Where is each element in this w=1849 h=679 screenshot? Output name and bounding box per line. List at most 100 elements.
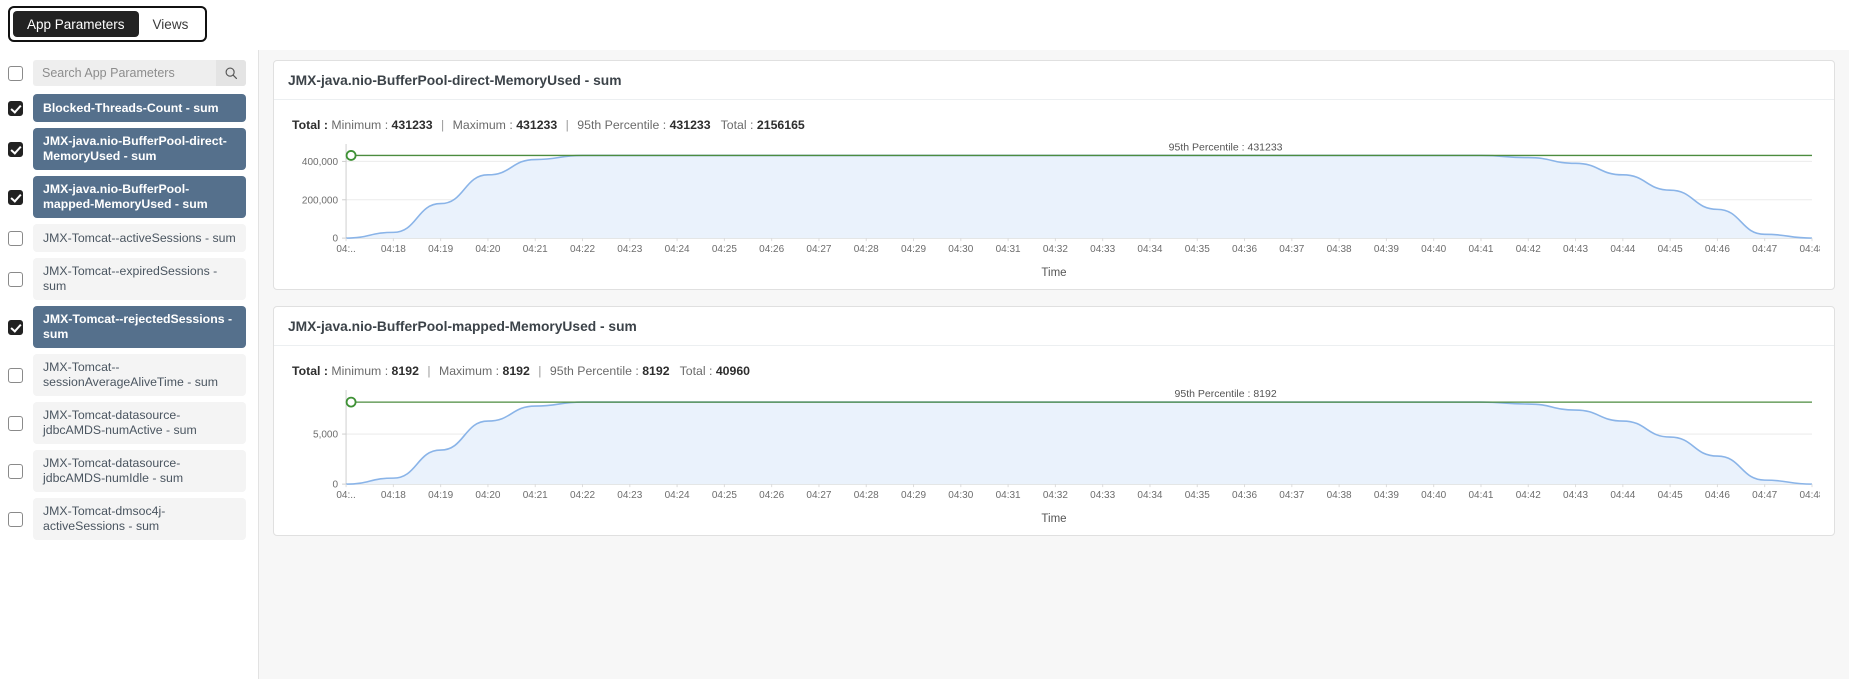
list-item-label[interactable]: JMX-Tomcat-dmsoc4j-activeSessions - sum xyxy=(33,498,246,540)
x-axis-tick-label: 04:.. xyxy=(336,490,355,501)
stats-total-value: 40960 xyxy=(715,364,751,379)
list-item-checkbox[interactable] xyxy=(8,319,23,335)
list-item-checkbox[interactable] xyxy=(8,271,23,287)
x-axis-tick-label: 04:26 xyxy=(759,490,784,501)
x-axis-tick-label: 04:28 xyxy=(854,244,879,255)
x-axis-tick-label: 04:20 xyxy=(475,244,500,255)
x-axis-tick-label: 04:28 xyxy=(854,490,879,501)
list-item-label[interactable]: JMX-java.nio-BufferPool-direct-MemoryUse… xyxy=(33,128,246,170)
select-all-checkbox[interactable] xyxy=(8,65,23,81)
x-axis-tick-label: 04:37 xyxy=(1279,244,1304,255)
stats-prefix: Total : xyxy=(292,364,328,379)
x-axis-tick-label: 04:40 xyxy=(1421,244,1446,255)
app-root: App Parameters Views Blocked-Thre xyxy=(0,0,1849,679)
y-axis-tick-label: 400,000 xyxy=(302,157,339,168)
search-button[interactable] xyxy=(216,60,246,86)
search-icon xyxy=(225,67,238,80)
x-axis-tick-label: 04:38 xyxy=(1327,244,1352,255)
list-item-label[interactable]: JMX-Tomcat--activeSessions - sum xyxy=(33,224,246,252)
chart-area[interactable]: 0 200,000 400,000 95th Percentile : 431233 0… xyxy=(288,136,1820,266)
y-axis-tick-label: 5,000 xyxy=(313,430,338,441)
x-axis-tick-label: 04:39 xyxy=(1374,244,1399,255)
tab-app-parameters[interactable]: App Parameters xyxy=(13,11,139,37)
x-axis-tick-label: 04:19 xyxy=(428,244,453,255)
stats-maximum-label: Maximum : xyxy=(438,364,500,379)
x-axis-tick-label: 04:47 xyxy=(1752,244,1777,255)
list-item[interactable]: JMX-Tomcat-dmsoc4j-activeSessions - sum xyxy=(8,498,246,540)
list-item-checkbox[interactable] xyxy=(8,511,23,527)
list-item-label[interactable]: JMX-Tomcat-datasource-jdbcAMDS-numActive… xyxy=(33,402,246,444)
list-item-label[interactable]: JMX-Tomcat--expiredSessions - sum xyxy=(33,258,246,300)
list-item[interactable]: JMX-java.nio-BufferPool-direct-MemoryUse… xyxy=(8,128,246,170)
list-item[interactable]: JMX-Tomcat-datasource-jdbcAMDS-numIdle -… xyxy=(8,450,246,492)
x-axis-tick-label: 04:22 xyxy=(570,490,595,501)
search-input[interactable] xyxy=(33,60,216,86)
x-axis-tick-label: 04:23 xyxy=(617,490,642,501)
percentile-marker xyxy=(345,396,357,408)
percentile-annotation: 95th Percentile : 431233 xyxy=(1169,141,1283,153)
chart-stats: Total : Minimum : 8192 | Maximum : 8192 … xyxy=(292,364,1820,378)
x-axis-tick-label: 04:19 xyxy=(428,490,453,501)
list-item[interactable]: JMX-Tomcat--activeSessions - sum xyxy=(8,224,246,252)
x-axis-tick-label: 04:48 xyxy=(1799,244,1820,255)
x-axis-tick-label: 04:18 xyxy=(381,244,406,255)
stats-separator: | xyxy=(565,118,569,132)
series-area xyxy=(346,402,1812,485)
x-axis-tick-label: 04:39 xyxy=(1374,490,1399,501)
x-axis-tick-label: 04:27 xyxy=(806,490,831,501)
list-item-checkbox[interactable] xyxy=(8,415,23,431)
x-axis-tick-label: 04:45 xyxy=(1658,490,1683,501)
x-axis-tick-label: 04:23 xyxy=(617,244,642,255)
list-item-checkbox[interactable] xyxy=(8,189,23,205)
list-item[interactable]: JMX-Tomcat--rejectedSessions - sum xyxy=(8,306,246,348)
x-axis-tick-label: 04:20 xyxy=(475,490,500,501)
x-axis-tick-label: 04:45 xyxy=(1658,244,1683,255)
stats-minimum-value: 431233 xyxy=(391,118,433,132)
tab-views[interactable]: Views xyxy=(139,11,203,37)
list-item[interactable]: JMX-Tomcat--expiredSessions - sum xyxy=(8,258,246,300)
x-axis-tick-label: 04:24 xyxy=(665,490,690,501)
list-item-label[interactable]: Blocked-Threads-Count - sum xyxy=(33,94,246,122)
x-axis-tick-label: 04:30 xyxy=(948,490,973,501)
x-axis-tick-label: 04:35 xyxy=(1185,490,1210,501)
chart-svg[interactable]: 0 200,000 400,000 95th Percentile : 431233 0… xyxy=(288,136,1820,266)
list-item-label[interactable]: JMX-Tomcat--sessionAverageAliveTime - su… xyxy=(33,354,246,396)
x-axis-tick-label: 04:44 xyxy=(1610,244,1635,255)
list-item-label[interactable]: JMX-Tomcat-datasource-jdbcAMDS-numIdle -… xyxy=(33,450,246,492)
stats-percentile-label: 95th Percentile : xyxy=(549,364,639,379)
stats-percentile-value: 8192 xyxy=(642,364,670,379)
chart-svg[interactable]: 0 5,000 95th Percentile : 8192 04:.. 04:18 04… xyxy=(288,382,1820,512)
x-axis-tick-label: 04:33 xyxy=(1090,490,1115,501)
stats-separator: | xyxy=(427,364,431,379)
stats-total-label: Total : xyxy=(679,364,713,379)
list-item-checkbox[interactable] xyxy=(8,100,23,116)
stats-percentile-value: 431233 xyxy=(669,118,711,132)
list-item-checkbox[interactable] xyxy=(8,463,23,479)
tab-app-parameters-label: App Parameters xyxy=(27,16,125,32)
list-item-checkbox[interactable] xyxy=(8,367,23,383)
list-item[interactable]: JMX-Tomcat--sessionAverageAliveTime - su… xyxy=(8,354,246,396)
x-axis-tick-label: 04:25 xyxy=(712,244,737,255)
x-axis-tick-label: 04:29 xyxy=(901,244,926,255)
list-item[interactable]: Blocked-Threads-Count - sum xyxy=(8,94,246,122)
y-axis-tick-label: 0 xyxy=(333,480,339,491)
x-axis-tick-label: 04:31 xyxy=(996,490,1021,501)
x-axis-tick-label: 04:44 xyxy=(1610,490,1635,501)
list-item-label[interactable]: JMX-java.nio-BufferPool-mapped-MemoryUse… xyxy=(33,176,246,218)
x-axis-tick-label: 04:30 xyxy=(948,244,973,255)
search-box xyxy=(33,60,246,86)
list-item-checkbox[interactable] xyxy=(8,141,23,157)
charts-panel: JMX-java.nio-BufferPool-direct-MemoryUse… xyxy=(259,50,1849,679)
chart-area[interactable]: 0 5,000 95th Percentile : 8192 04:.. 04:18 04… xyxy=(288,382,1820,512)
list-item-checkbox[interactable] xyxy=(8,230,23,246)
stats-minimum-value: 8192 xyxy=(391,364,419,379)
chart-card: JMX-java.nio-BufferPool-mapped-MemoryUse… xyxy=(273,306,1835,537)
list-item[interactable]: JMX-java.nio-BufferPool-mapped-MemoryUse… xyxy=(8,176,246,218)
stats-total-label: Total : xyxy=(720,118,754,132)
list-item-label[interactable]: JMX-Tomcat--rejectedSessions - sum xyxy=(33,306,246,348)
chart-card: JMX-java.nio-BufferPool-direct-MemoryUse… xyxy=(273,60,1835,291)
list-item[interactable]: JMX-Tomcat-datasource-jdbcAMDS-numActive… xyxy=(8,402,246,444)
x-axis-tick-label: 04:41 xyxy=(1468,244,1493,255)
x-axis-tick-label: 04:.. xyxy=(336,244,355,255)
y-axis-tick-label: 200,000 xyxy=(302,195,339,206)
